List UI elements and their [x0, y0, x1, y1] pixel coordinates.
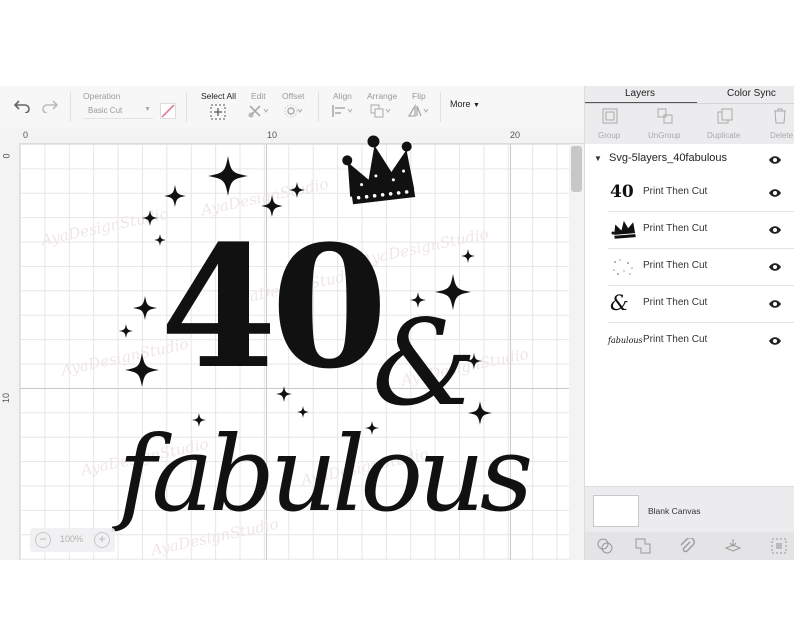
trash-icon[interactable]: [773, 108, 787, 127]
redo-icon[interactable]: [41, 99, 59, 116]
operation-label: Operation: [83, 91, 121, 101]
more-label: More: [450, 99, 471, 109]
blank-canvas-row[interactable]: Blank Canvas: [585, 486, 794, 533]
toolbar-separator: [186, 92, 187, 122]
layer-group-name: Svg-5layers_40fabulous: [609, 152, 728, 164]
layer-label: Print Then Cut: [643, 223, 708, 234]
offset-icon[interactable]: [284, 104, 304, 121]
layer-label: Print Then Cut: [643, 297, 708, 308]
layer-item[interactable]: Print Then Cut: [608, 249, 794, 286]
ampersand-symbol[interactable]: &: [372, 294, 477, 432]
scissors-icon[interactable]: [248, 104, 270, 121]
eye-icon[interactable]: [768, 336, 782, 346]
align-label: Align: [333, 91, 352, 101]
crown-layer[interactable]: [337, 128, 424, 212]
layer-thumbnail: fabulous: [608, 336, 643, 345]
stars-thumbnail-icon: [613, 259, 633, 275]
design-space-app: Operation Basic Cut ▼ Select All Edit Of…: [0, 86, 794, 560]
vertical-scrollbar[interactable]: [569, 144, 584, 560]
layers-panel: Layers Color Sync Group UnGroup Duplicat…: [584, 86, 794, 560]
toolbar-separator: [318, 92, 319, 122]
crown-thumbnail-icon: [611, 220, 636, 239]
layer-item[interactable]: fabulous Print Then Cut: [608, 323, 794, 359]
toolbar-separator: [440, 92, 441, 122]
layer-tools: Group UnGroup Duplicate Delete: [585, 104, 794, 145]
eye-icon[interactable]: [768, 262, 782, 272]
operation-select[interactable]: Basic Cut ▼: [83, 105, 153, 119]
number-40[interactable]: 40: [160, 208, 388, 406]
flatten-icon[interactable]: [724, 538, 742, 557]
chevron-down-icon[interactable]: ▼: [594, 154, 602, 163]
panel-tabs: Layers Color Sync: [585, 86, 794, 104]
eye-icon[interactable]: [768, 299, 782, 309]
contour-icon[interactable]: [771, 538, 787, 557]
blank-canvas-label: Blank Canvas: [648, 506, 701, 516]
arrange-label: Arrange: [367, 91, 398, 101]
duplicate-icon[interactable]: [717, 108, 733, 127]
flip-label: Flip: [412, 91, 426, 101]
more-button[interactable]: More ▼: [450, 99, 480, 109]
layer-thumbnail: 40: [610, 182, 634, 202]
toolbar-separator: [70, 92, 71, 122]
tab-layers[interactable]: Layers: [625, 88, 655, 99]
blank-canvas-swatch[interactable]: [593, 495, 639, 527]
attach-icon[interactable]: [679, 537, 695, 557]
ungroup-button[interactable]: UnGroup: [648, 131, 680, 140]
group-icon[interactable]: [602, 108, 618, 127]
operation-value: Basic Cut: [88, 106, 123, 115]
color-swatch-icon[interactable]: [160, 103, 176, 122]
group-button[interactable]: Group: [598, 131, 620, 140]
select-all-label: Select All: [201, 91, 236, 101]
layer-group[interactable]: ▼ Svg-5layers_40fabulous: [585, 150, 794, 170]
zoom-out-button[interactable]: −: [35, 532, 51, 548]
layer-thumbnail: &: [610, 291, 629, 315]
tab-color-sync[interactable]: Color Sync: [727, 88, 776, 99]
arrange-icon[interactable]: [370, 104, 392, 121]
delete-button[interactable]: Delete: [770, 131, 793, 140]
offset-label: Offset: [282, 91, 305, 101]
slice-icon[interactable]: [597, 538, 613, 557]
duplicate-button[interactable]: Duplicate: [707, 131, 740, 140]
scrollbar-thumb[interactable]: [571, 146, 582, 192]
align-icon[interactable]: [332, 105, 354, 120]
eye-icon[interactable]: [768, 225, 782, 235]
select-all-icon[interactable]: [210, 104, 226, 123]
chevron-down-icon: ▼: [473, 102, 480, 109]
design-artwork[interactable]: 40 & fabulous: [0, 128, 584, 560]
zoom-level: 100%: [60, 534, 84, 544]
panel-bottom-tools: [585, 532, 794, 560]
weld-icon[interactable]: [635, 538, 651, 557]
eye-icon[interactable]: [768, 155, 782, 165]
zoom-in-button[interactable]: +: [94, 532, 110, 548]
ungroup-icon[interactable]: [657, 108, 673, 127]
top-toolbar: Operation Basic Cut ▼ Select All Edit Of…: [0, 86, 584, 128]
layer-item[interactable]: 40 Print Then Cut: [608, 175, 794, 212]
layers-list: ▼ Svg-5layers_40fabulous 40 Print Then C…: [585, 144, 794, 486]
layer-label: Print Then Cut: [643, 186, 708, 197]
layer-label: Print Then Cut: [643, 334, 708, 345]
word-fabulous[interactable]: fabulous: [111, 413, 535, 535]
undo-icon[interactable]: [13, 99, 31, 116]
eye-icon[interactable]: [768, 188, 782, 198]
layer-label: Print Then Cut: [643, 260, 708, 271]
chevron-down-icon: ▼: [144, 106, 151, 113]
flip-icon[interactable]: [407, 103, 430, 121]
zoom-control: − 100% +: [30, 528, 115, 552]
edit-label: Edit: [251, 91, 266, 101]
layer-item[interactable]: & Print Then Cut: [608, 286, 794, 323]
design-canvas[interactable]: 0 10 20 0 10 AyaDesignStudio AyaDesignSt…: [0, 128, 584, 560]
layer-item[interactable]: Print Then Cut: [608, 212, 794, 249]
